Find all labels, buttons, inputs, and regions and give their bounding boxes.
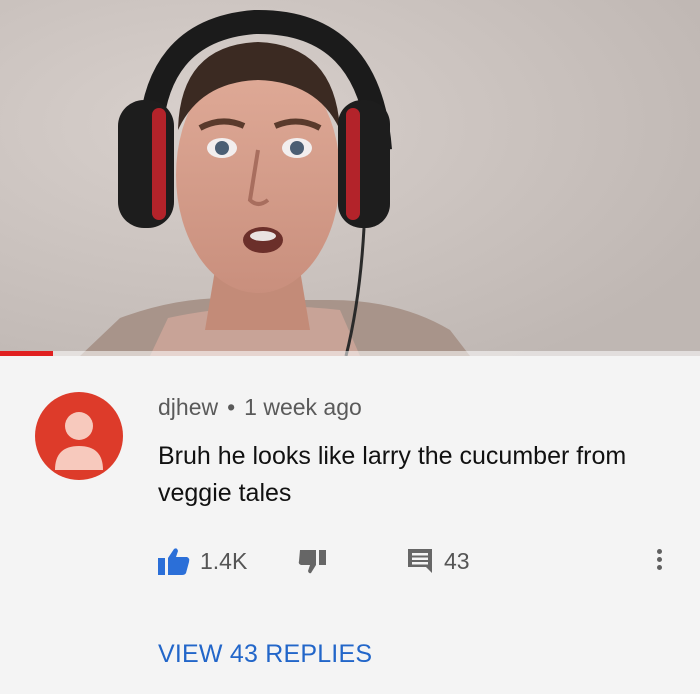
thumbs-up-icon (158, 548, 190, 575)
video-frame (0, 0, 700, 356)
user-avatar-icon[interactable] (35, 392, 123, 480)
comment-time: 1 week ago (244, 394, 362, 420)
view-replies-link[interactable]: VIEW 43 REPLIES (158, 640, 372, 669)
video-player[interactable] (0, 0, 700, 356)
like-button[interactable]: 1.4K (158, 546, 247, 576)
comment-author[interactable]: djhew (158, 394, 218, 420)
comment-meta: djhew • 1 week ago (158, 394, 362, 421)
reply-button[interactable]: 43 (406, 546, 470, 576)
thumbs-down-icon (298, 550, 326, 574)
dislike-button[interactable] (298, 546, 328, 576)
comment-actions: 1.4K 43 (158, 546, 678, 576)
meta-separator: • (227, 394, 236, 420)
reply-count: 43 (444, 547, 470, 574)
like-count: 1.4K (200, 547, 248, 574)
more-vertical-icon[interactable] (652, 546, 666, 576)
reply-comment-icon (408, 549, 432, 573)
comment-text: Bruh he looks like larry the cucumber fr… (158, 442, 627, 507)
comment-card: djhew • 1 week ago Bruh he looks like larr… (0, 356, 700, 694)
